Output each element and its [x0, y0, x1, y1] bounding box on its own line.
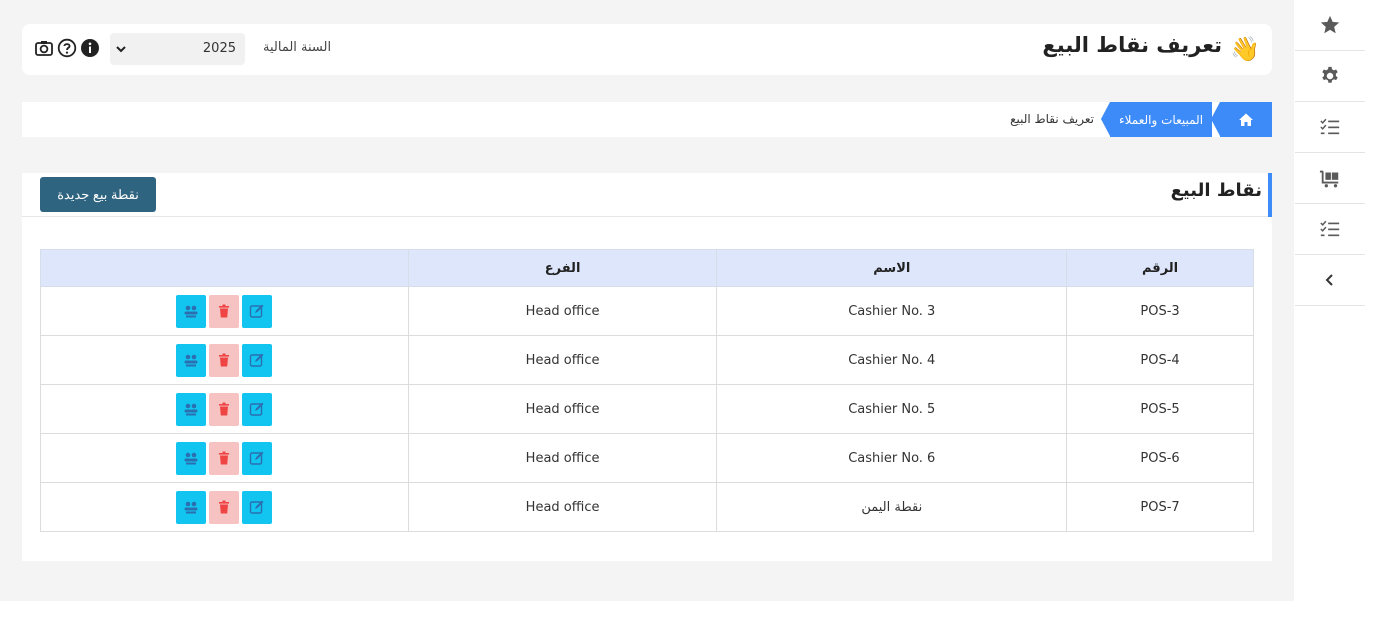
sidebar-item-checklist[interactable] — [1295, 204, 1365, 255]
edit-button[interactable] — [242, 343, 273, 377]
breadcrumb-separator — [1101, 102, 1110, 136]
row-actions — [40, 482, 409, 532]
assign-users-button[interactable] — [176, 343, 207, 377]
help-icon[interactable] — [57, 38, 77, 58]
page-title: تعريف نقاط البيع — [1042, 33, 1222, 57]
trash-icon — [219, 353, 230, 367]
main-area: 👋 تعريف نقاط البيع السنة المالية 2025 ال… — [0, 0, 1294, 601]
gear-icon — [1322, 66, 1338, 83]
table-row: Head office نقطة اليمن POS-7 — [40, 482, 1254, 532]
sidebar-item-tasks[interactable] — [1295, 102, 1365, 153]
table-row: Head office Cashier No. 6 POS-6 — [40, 433, 1254, 483]
delete-button[interactable] — [209, 441, 240, 475]
new-pos-button[interactable]: نقطة بيع جديدة — [40, 177, 156, 212]
sidebar-collapse-toggle[interactable] — [1295, 255, 1365, 306]
assign-users-button[interactable] — [176, 490, 207, 524]
assign-users-button[interactable] — [176, 294, 207, 328]
cell-number: POS-4 — [1066, 335, 1254, 385]
cell-name: Cashier No. 6 — [716, 433, 1068, 483]
chevron-left-icon — [1325, 274, 1333, 286]
trash-icon — [219, 402, 230, 416]
cell-branch: Head office — [407, 335, 718, 385]
waving-hand-icon: 👋 — [1230, 35, 1260, 63]
checklist-icon — [1320, 220, 1340, 237]
row-actions — [40, 433, 409, 483]
delete-button[interactable] — [209, 392, 240, 426]
users-icon — [184, 354, 198, 367]
users-icon — [184, 452, 198, 465]
fiscal-year-label: السنة المالية — [263, 40, 332, 55]
cell-number: POS-5 — [1066, 384, 1254, 434]
trash-icon — [219, 500, 230, 514]
cell-branch: Head office — [407, 384, 718, 434]
cell-number: POS-7 — [1066, 482, 1254, 532]
delete-button[interactable] — [209, 294, 240, 328]
users-icon — [184, 305, 198, 318]
delete-button[interactable] — [209, 343, 240, 377]
camera-icon[interactable] — [34, 38, 54, 58]
row-actions — [40, 335, 409, 385]
edit-icon — [250, 402, 264, 416]
edit-button[interactable] — [242, 294, 273, 328]
breadcrumb-current: تعريف نقاط البيع — [1010, 112, 1094, 126]
edit-icon — [250, 353, 264, 367]
delete-button[interactable] — [209, 490, 240, 524]
cell-number: POS-3 — [1066, 286, 1254, 336]
right-sidebar — [1295, 0, 1365, 306]
card-accent-bar — [1268, 173, 1272, 217]
users-icon — [184, 403, 198, 416]
header-actions — [40, 249, 409, 287]
cell-branch: Head office — [407, 433, 718, 483]
edit-button[interactable] — [242, 490, 273, 524]
row-actions — [40, 286, 409, 336]
cell-number: POS-6 — [1066, 433, 1254, 483]
edit-icon — [250, 451, 264, 465]
sidebar-item-favorites[interactable] — [1295, 0, 1365, 51]
breadcrumb: المبيعات والعملاء تعريف نقاط البيع — [22, 102, 1272, 137]
pos-list-card: نقاط البيع نقطة بيع جديدة الفرع الاسم ال… — [22, 173, 1272, 561]
fiscal-year-value: 2025 — [202, 41, 236, 56]
cell-branch: Head office — [407, 482, 718, 532]
header-icons — [34, 38, 100, 58]
cell-name: Cashier No. 5 — [716, 384, 1068, 434]
assign-users-button[interactable] — [176, 441, 207, 475]
row-actions — [40, 384, 409, 434]
checklist-icon — [1320, 118, 1340, 135]
page-header: 👋 تعريف نقاط البيع السنة المالية 2025 — [22, 24, 1272, 75]
chevron-down-icon — [116, 46, 126, 53]
trash-icon — [219, 451, 230, 465]
table-row: Head office Cashier No. 5 POS-5 — [40, 384, 1254, 434]
cell-name: Cashier No. 4 — [716, 335, 1068, 385]
header-number[interactable]: الرقم — [1066, 249, 1254, 287]
header-name[interactable]: الاسم — [716, 249, 1068, 287]
cart-icon — [1319, 170, 1339, 188]
home-icon — [1239, 113, 1253, 126]
card-title: نقاط البيع — [1170, 180, 1262, 201]
edit-icon — [250, 304, 264, 318]
breadcrumb-separator — [1211, 102, 1220, 136]
assign-users-button[interactable] — [176, 392, 207, 426]
sidebar-item-sales[interactable] — [1295, 153, 1365, 204]
table-row: Head office Cashier No. 4 POS-4 — [40, 335, 1254, 385]
breadcrumb-sales[interactable]: المبيعات والعملاء — [1110, 102, 1212, 137]
users-icon — [184, 501, 198, 514]
table-row: Head office Cashier No. 3 POS-3 — [40, 286, 1254, 336]
edit-icon — [250, 500, 264, 514]
cell-name: Cashier No. 3 — [716, 286, 1068, 336]
table-header-row: الفرع الاسم الرقم — [40, 249, 1254, 287]
cell-name: نقطة اليمن — [716, 482, 1068, 532]
cell-branch: Head office — [407, 286, 718, 336]
breadcrumb-home[interactable] — [1220, 102, 1272, 137]
trash-icon — [219, 304, 230, 318]
star-icon — [1320, 15, 1340, 34]
header-branch[interactable]: الفرع — [407, 249, 718, 287]
fiscal-year-select[interactable]: 2025 — [110, 33, 245, 65]
info-icon[interactable] — [80, 38, 100, 58]
sidebar-item-settings[interactable] — [1295, 51, 1365, 102]
card-header: نقاط البيع نقطة بيع جديدة — [22, 173, 1272, 217]
edit-button[interactable] — [242, 441, 273, 475]
edit-button[interactable] — [242, 392, 273, 426]
pos-table: الفرع الاسم الرقم Head office Cashier No… — [40, 249, 1254, 532]
